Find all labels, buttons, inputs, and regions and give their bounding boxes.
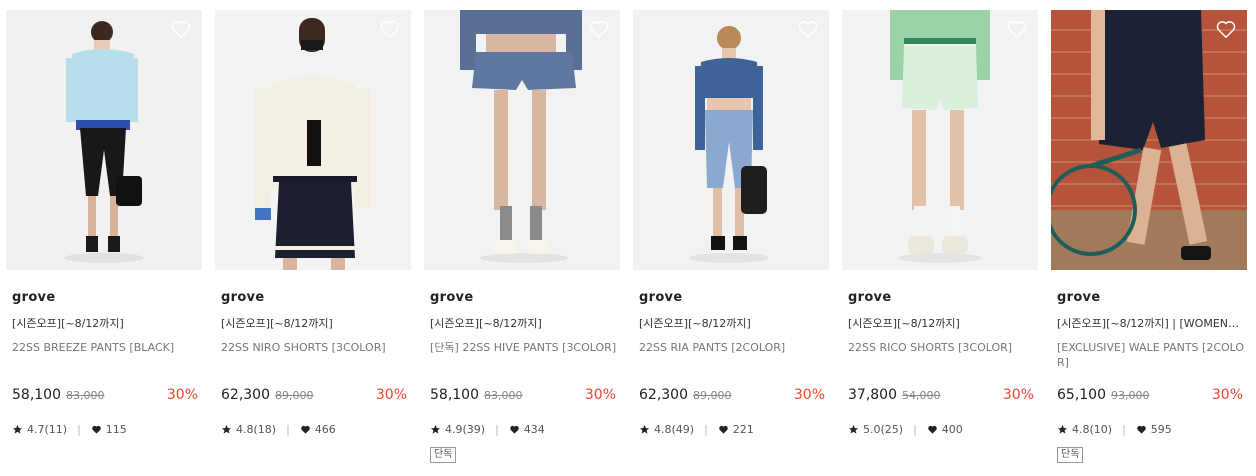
product-promo[interactable]: [시즌오프][~8/12까지] [221, 315, 411, 331]
sale-price: 65,100 [1057, 387, 1106, 403]
divider: | [77, 423, 81, 436]
product-promo[interactable]: [시즌오프][~8/12까지] | [WOMEN… [1057, 315, 1247, 331]
sale-price: 58,100 [430, 387, 479, 403]
product-card[interactable]: grove [시즌오프][~8/12까지] 22SS NIRO SHORTS [… [215, 10, 411, 436]
wishlist-heart-icon[interactable] [379, 18, 401, 40]
product-stats: 4.8(49) | 221 [639, 423, 754, 436]
price-row: 37,800 54,000 30% [848, 387, 1034, 403]
product-brand[interactable]: grove [221, 290, 411, 305]
product-name[interactable]: 22SS BREEZE PANTS [BLACK] [12, 340, 200, 355]
star-icon [430, 424, 441, 434]
wishlist-heart-icon[interactable] [797, 18, 819, 40]
product-card[interactable]: grove [시즌오프][~8/12까지] 22SS RICO SHORTS [… [842, 10, 1038, 436]
likes-count: 595 [1150, 423, 1172, 436]
likes-count: 221 [732, 423, 754, 436]
price-row: 58,100 83,000 30% [430, 387, 616, 403]
product-card[interactable]: grove [시즌오프][~8/12까지] [단독] 22SS HIVE PAN… [424, 10, 620, 463]
rating-text: 5.0(25) [863, 423, 904, 436]
product-card[interactable]: grove [시즌오프][~8/12까지] | [WOMEN… [EXCLUSI… [1051, 10, 1247, 463]
original-price: 93,000 [1111, 389, 1150, 402]
exclusive-badge: 단독 [430, 447, 457, 463]
wishlist-heart-icon[interactable] [588, 18, 610, 40]
product-stats: 4.8(10) | 595 [1057, 423, 1172, 436]
star-icon [848, 424, 859, 434]
sale-price: 37,800 [848, 387, 897, 403]
product-promo[interactable]: [시즌오프][~8/12까지] [430, 315, 620, 331]
product-image[interactable] [6, 10, 202, 270]
product-promo[interactable]: [시즌오프][~8/12까지] [639, 315, 829, 331]
heart-icon [510, 425, 519, 434]
original-price: 54,000 [902, 389, 941, 402]
discount-rate: 30% [793, 387, 825, 403]
product-brand[interactable]: grove [430, 290, 620, 305]
divider: | [913, 423, 917, 436]
product-card[interactable]: grove [시즌오프][~8/12까지] 22SS BREEZE PANTS … [6, 10, 202, 436]
divider: | [495, 423, 499, 436]
product-name[interactable]: 22SS RICO SHORTS [3COLOR] [848, 340, 1036, 355]
heart-icon [1137, 425, 1146, 434]
product-promo[interactable]: [시즌오프][~8/12까지] [848, 315, 1038, 331]
product-brand[interactable]: grove [848, 290, 1038, 305]
product-card[interactable]: grove [시즌오프][~8/12까지] 22SS RIA PANTS [2C… [633, 10, 829, 436]
product-image[interactable] [1051, 10, 1247, 270]
wishlist-heart-icon[interactable] [1215, 18, 1237, 40]
discount-rate: 30% [1211, 387, 1243, 403]
sale-price: 62,300 [221, 387, 270, 403]
divider: | [1122, 423, 1126, 436]
product-image[interactable] [424, 10, 620, 270]
wishlist-heart-icon[interactable] [1006, 18, 1028, 40]
likes-count: 466 [314, 423, 336, 436]
heart-icon [92, 425, 101, 434]
likes-count: 115 [105, 423, 127, 436]
product-name[interactable]: 22SS RIA PANTS [2COLOR] [639, 340, 827, 355]
heart-icon [719, 425, 728, 434]
product-name[interactable]: [EXCLUSIVE] WALE PANTS [2COLOR] [1057, 340, 1245, 370]
sale-price: 58,100 [12, 387, 61, 403]
product-image[interactable] [633, 10, 829, 270]
product-brand[interactable]: grove [12, 290, 202, 305]
product-stats: 5.0(25) | 400 [848, 423, 963, 436]
rating-text: 4.8(10) [1072, 423, 1113, 436]
discount-rate: 30% [166, 387, 198, 403]
likes-count: 400 [941, 423, 963, 436]
rating-text: 4.8(18) [236, 423, 277, 436]
rating-text: 4.7(11) [27, 423, 68, 436]
product-image[interactable] [842, 10, 1038, 270]
product-grid: grove [시즌오프][~8/12까지] 22SS BREEZE PANTS … [0, 0, 1256, 476]
likes-count: 434 [523, 423, 545, 436]
price-row: 62,300 89,000 30% [221, 387, 407, 403]
discount-rate: 30% [1002, 387, 1034, 403]
product-image[interactable] [215, 10, 411, 270]
product-promo[interactable]: [시즌오프][~8/12까지] [12, 315, 202, 331]
sale-price: 62,300 [639, 387, 688, 403]
rating-text: 4.8(49) [654, 423, 695, 436]
star-icon [221, 424, 232, 434]
product-brand[interactable]: grove [639, 290, 829, 305]
star-icon [12, 424, 23, 434]
star-icon [1057, 424, 1068, 434]
price-row: 58,100 83,000 30% [12, 387, 198, 403]
original-price: 89,000 [693, 389, 732, 402]
divider: | [704, 423, 708, 436]
rating-text: 4.9(39) [445, 423, 486, 436]
product-stats: 4.9(39) | 434 [430, 423, 545, 436]
divider: | [286, 423, 290, 436]
wishlist-heart-icon[interactable] [170, 18, 192, 40]
exclusive-badge: 단독 [1057, 447, 1084, 463]
product-stats: 4.7(11) | 115 [12, 423, 127, 436]
original-price: 89,000 [275, 389, 314, 402]
price-row: 62,300 89,000 30% [639, 387, 825, 403]
original-price: 83,000 [484, 389, 523, 402]
discount-rate: 30% [375, 387, 407, 403]
star-icon [639, 424, 650, 434]
heart-icon [301, 425, 310, 434]
heart-icon [928, 425, 937, 434]
discount-rate: 30% [584, 387, 616, 403]
price-row: 65,100 93,000 30% [1057, 387, 1243, 403]
original-price: 83,000 [66, 389, 105, 402]
product-stats: 4.8(18) | 466 [221, 423, 336, 436]
product-brand[interactable]: grove [1057, 290, 1247, 305]
product-name[interactable]: [단독] 22SS HIVE PANTS [3COLOR] [430, 340, 618, 355]
product-name[interactable]: 22SS NIRO SHORTS [3COLOR] [221, 340, 409, 355]
